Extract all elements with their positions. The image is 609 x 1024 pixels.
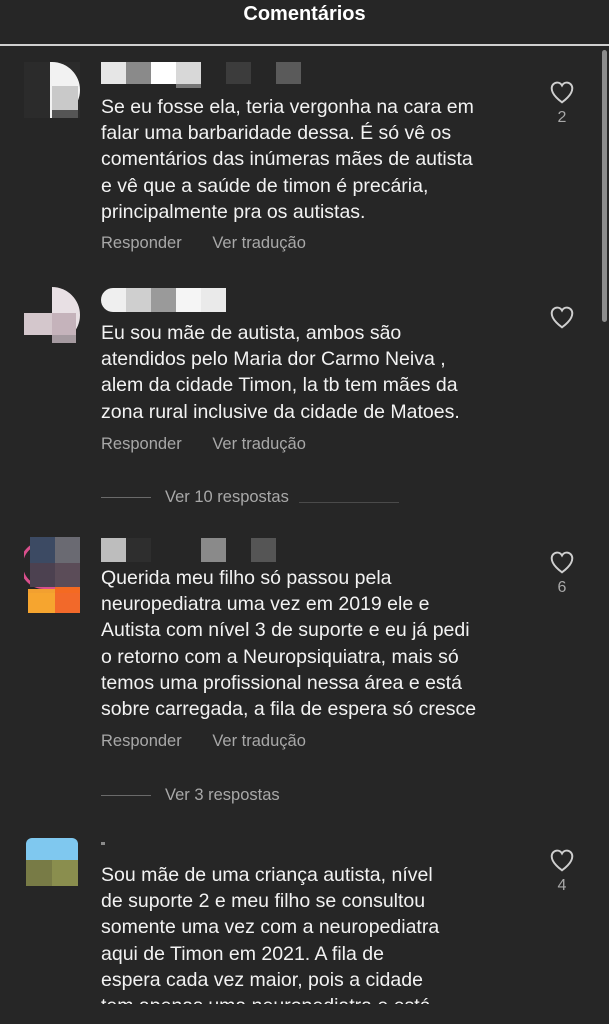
- like-count: 4: [557, 877, 567, 894]
- header-divider: [0, 44, 609, 46]
- username-blurred[interactable]: [101, 62, 301, 88]
- avatar[interactable]: [24, 537, 80, 593]
- heart-outline-icon[interactable]: [549, 550, 575, 574]
- like-control: [548, 305, 576, 329]
- heart-outline-icon[interactable]: [549, 848, 575, 872]
- comment-text: Eu sou mãe de autista, ambos são atendid…: [101, 322, 460, 423]
- translate-button[interactable]: Ver tradução: [212, 435, 306, 453]
- header-title: Comentários: [243, 3, 366, 25]
- like-count: 2: [557, 109, 567, 126]
- reply-button[interactable]: Responder: [101, 234, 182, 252]
- username-blurred[interactable]: [101, 288, 301, 314]
- view-replies-label[interactable]: Ver 3 respostas: [165, 786, 280, 804]
- avatar[interactable]: [24, 838, 80, 890]
- replies-divider: [101, 795, 151, 797]
- scrollbar[interactable]: [602, 50, 607, 322]
- avatar[interactable]: [24, 62, 80, 118]
- reply-button[interactable]: Responder: [101, 732, 182, 750]
- replies-divider: [299, 502, 399, 503]
- heart-outline-icon[interactable]: [549, 80, 575, 104]
- view-replies-button[interactable]: Ver 3 respostas: [101, 786, 280, 805]
- avatar[interactable]: [24, 287, 80, 343]
- comment-actions: Responder Ver tradução: [101, 732, 332, 751]
- avatar-bottom: [24, 593, 80, 615]
- view-replies-button[interactable]: Ver 10 respostas: [101, 488, 399, 507]
- comment-text: Sou mãe de uma criança autista, nível de…: [101, 864, 440, 1004]
- translate-button[interactable]: Ver tradução: [212, 234, 306, 252]
- like-control: 4: [548, 848, 576, 895]
- replies-divider: [101, 497, 151, 499]
- translate-button[interactable]: Ver tradução: [212, 732, 306, 750]
- comment-actions: Responder Ver tradução: [101, 435, 332, 454]
- comment-text: Querida meu filho só passou pela neurope…: [101, 567, 477, 721]
- view-replies-label[interactable]: Ver 10 respostas: [165, 488, 289, 506]
- reply-button[interactable]: Responder: [101, 435, 182, 453]
- heart-outline-icon[interactable]: [549, 305, 575, 329]
- like-count: 6: [557, 579, 567, 596]
- like-control: 2: [548, 80, 576, 127]
- comment-text: Se eu fosse ela, teria vergonha na cara …: [101, 96, 474, 223]
- comments-header: Comentários: [0, 0, 609, 46]
- comment-actions: Responder Ver tradução: [101, 234, 332, 253]
- like-control: 6: [548, 550, 576, 597]
- username-blurred[interactable]: [101, 842, 301, 846]
- username-blurred[interactable]: [101, 538, 301, 564]
